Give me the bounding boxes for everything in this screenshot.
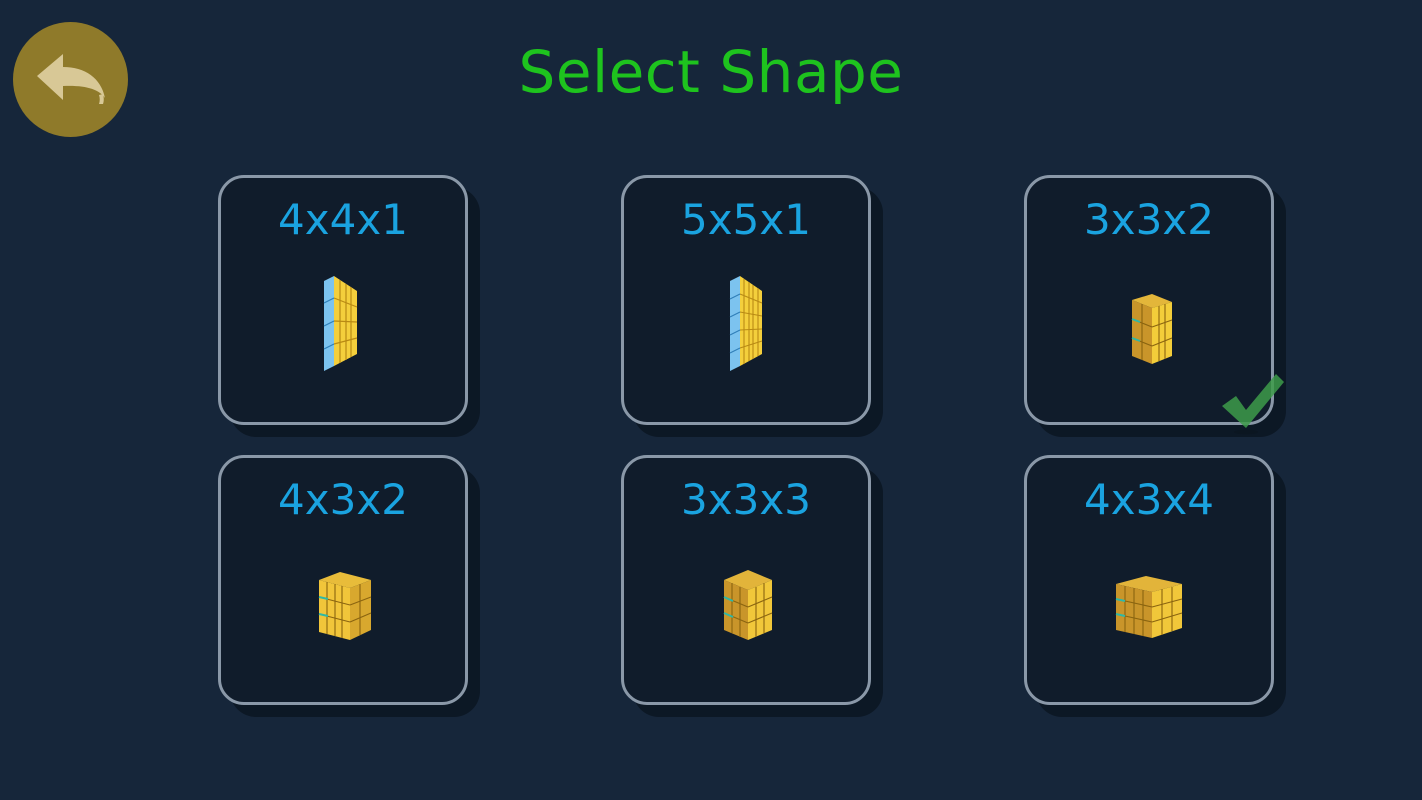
shape-card-4x3x2[interactable]: 4x3x2 (218, 455, 468, 705)
shape-label: 4x3x2 (278, 475, 408, 524)
flat-cube-5x5x1-icon (729, 276, 763, 371)
flat-cube-4x4x1-icon (323, 276, 358, 371)
cube-4x3x2-icon (318, 572, 372, 640)
shape-card-4x4x1[interactable]: 4x4x1 (218, 175, 468, 425)
checkmark-icon (1222, 374, 1284, 435)
shape-label: 3x3x2 (1084, 195, 1214, 244)
cube-4x3x4-icon (1115, 576, 1183, 638)
shape-label: 3x3x3 (681, 475, 811, 524)
cube-3x3x3-icon (723, 570, 773, 640)
shape-card-3x3x3[interactable]: 3x3x3 (621, 455, 871, 705)
shape-card-5x5x1[interactable]: 5x5x1 (621, 175, 871, 425)
shape-grid: 4x4x1 5x5x1 3x3x2 4x3x2 3x3x3 4x3x4 (0, 0, 1422, 800)
shape-label: 5x5x1 (681, 195, 811, 244)
shape-label: 4x3x4 (1084, 475, 1214, 524)
shape-card-4x3x4[interactable]: 4x3x4 (1024, 455, 1274, 705)
cube-3x3x2-icon (1131, 294, 1173, 364)
shape-label: 4x4x1 (278, 195, 408, 244)
